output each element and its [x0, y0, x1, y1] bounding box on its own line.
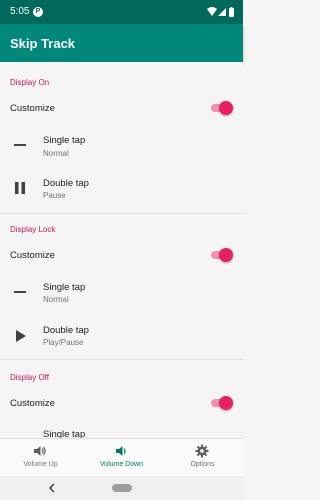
status-time: 5:05 — [10, 6, 30, 17]
action-title: Double tap — [43, 178, 89, 189]
volume-up-icon — [34, 446, 46, 456]
toggle-thumb — [219, 248, 233, 262]
page-title: Skip Track — [10, 36, 76, 51]
section-header-display-off: Display Off — [10, 373, 49, 382]
toggle-thumb — [219, 396, 233, 410]
system-nav-bar — [0, 476, 243, 500]
section-header-display-lock: Display Lock — [10, 225, 56, 234]
status-bar: 5:05 P — [0, 0, 243, 24]
customize-toggle-display-lock[interactable] — [211, 248, 233, 262]
action-subtitle: Play/Pause — [43, 338, 84, 347]
customize-label[interactable]: Customize — [10, 250, 55, 261]
battery-icon — [229, 7, 234, 17]
minus-icon — [14, 291, 26, 293]
settings-list[interactable]: Display On Customize Single tap Normal D… — [0, 62, 243, 438]
minus-icon — [14, 144, 26, 146]
pause-icon — [15, 182, 25, 194]
nav-item-options[interactable]: Options — [162, 439, 243, 477]
section-header-display-on: Display On — [10, 78, 50, 87]
action-title: Single tap — [43, 282, 86, 293]
app-notification-icon: P — [33, 7, 43, 17]
status-icons — [207, 7, 234, 17]
action-subtitle: Normal — [43, 149, 69, 158]
customize-toggle-display-on[interactable] — [211, 101, 233, 115]
nav-item-volume-up[interactable]: Volume Up — [0, 439, 81, 477]
gear-icon — [195, 444, 209, 458]
nav-item-volume-down[interactable]: Volume Down — [81, 439, 162, 477]
action-subtitle: Normal — [43, 295, 69, 304]
action-subtitle: Pause — [43, 191, 66, 200]
section-divider — [0, 359, 243, 360]
section-divider — [0, 213, 243, 214]
signal-icon — [218, 8, 226, 16]
app-bar: Skip Track — [0, 24, 243, 62]
back-icon[interactable] — [46, 482, 58, 494]
wifi-icon — [207, 7, 217, 16]
home-pill[interactable] — [112, 484, 132, 492]
customize-toggle-display-off[interactable] — [211, 396, 233, 410]
play-icon — [16, 330, 26, 342]
nav-label: Volume Down — [99, 461, 144, 468]
customize-label[interactable]: Customize — [10, 103, 55, 114]
customize-label[interactable]: Customize — [10, 398, 55, 409]
nav-label: Volume Up — [23, 461, 58, 468]
bottom-nav: Volume Up Volume Down Options — [0, 438, 243, 476]
action-title: Double tap — [43, 325, 89, 336]
action-title: Single tap — [43, 429, 86, 438]
nav-label: Options — [190, 461, 215, 468]
toggle-thumb — [219, 101, 233, 115]
volume-down-icon — [116, 446, 126, 456]
action-title: Single tap — [43, 135, 86, 146]
